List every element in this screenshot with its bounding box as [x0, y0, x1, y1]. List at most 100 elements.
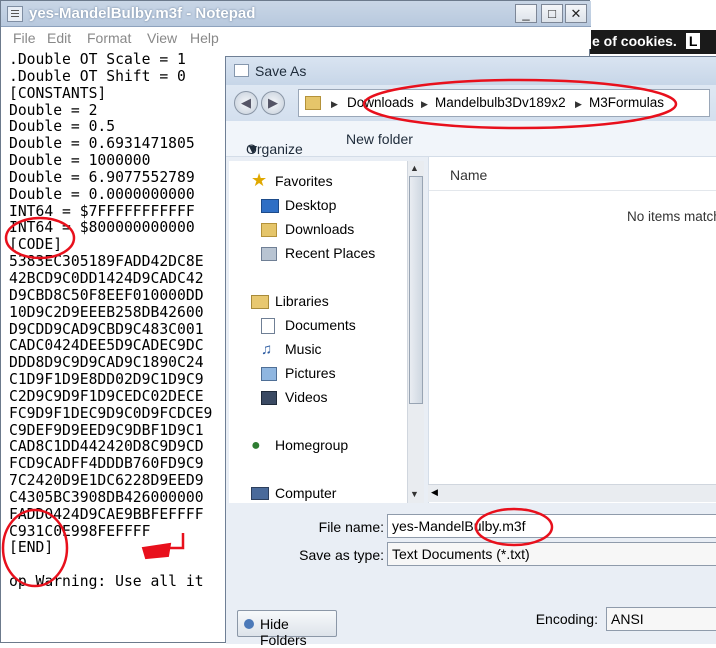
menu-view[interactable]: View	[147, 30, 177, 46]
menu-format[interactable]: Format	[87, 30, 131, 46]
nav-recent-places[interactable]: Recent Places	[229, 243, 403, 265]
save-as-type-label: Save as type:	[299, 547, 384, 563]
notepad-line: INT64 = $7FFFFFFFFFFF	[9, 202, 195, 220]
notepad-line: FADD0424D9CAE9BBFEFFFF	[9, 505, 204, 523]
horizontal-scrollbar[interactable]: ◀	[428, 484, 716, 502]
nav-label: Libraries	[275, 293, 329, 309]
notepad-line: CAD8C1DD442420D8C9D9CD	[9, 438, 204, 456]
save-as-type-select[interactable]: Text Documents (*.txt)	[387, 542, 716, 566]
breadcrumb-arrow-icon[interactable]: ▶	[421, 95, 428, 110]
nav-music[interactable]: ♫ Music	[229, 339, 403, 361]
maximize-button[interactable]: □	[541, 4, 563, 23]
menu-help[interactable]: Help	[190, 30, 219, 46]
pictures-icon	[261, 367, 277, 381]
notepad-line: D9CDD9CAD9CBD9C483C001	[9, 320, 204, 338]
notepad-line: FC9D9F1DEC9D9C0D9FCDCE9	[9, 404, 213, 422]
address-bar[interactable]: ▶ Downloads ▶ Mandelbulb3Dv189x2 ▶ M3For…	[298, 89, 710, 117]
notepad-title: yes-MandelBulby.m3f - Notepad	[29, 5, 256, 22]
notepad-line: [CONSTANTS]	[9, 84, 107, 102]
navigation-pane: ★ Favorites Desktop Downloads Recent Pla…	[229, 161, 407, 503]
scroll-up-icon[interactable]: ▲	[410, 163, 419, 173]
dialog-toolbar: Organize ▼ New folder	[226, 121, 716, 157]
breadcrumb-arrow-icon[interactable]: ▶	[575, 95, 582, 110]
notepad-line: Double = 1000000	[9, 152, 151, 170]
file-list[interactable]: Name No items match	[428, 157, 716, 503]
nav-label: Desktop	[285, 197, 337, 213]
file-name-input[interactable]: yes-MandelBulby.m3f	[387, 514, 716, 538]
nav-label: Recent Places	[285, 245, 376, 261]
hide-folders-button[interactable]: Hide Folders	[237, 610, 337, 648]
empty-message: No items match	[627, 209, 716, 224]
breadcrumb-arrow-icon[interactable]: ▶	[331, 95, 338, 110]
notepad-line: 42BCD9C0DD1424D9CADC42	[9, 269, 204, 287]
column-header-name[interactable]: Name	[429, 157, 716, 191]
nav-libraries[interactable]: Libraries	[229, 291, 403, 313]
close-button[interactable]: ✕	[565, 4, 587, 23]
nav-label: Pictures	[285, 365, 336, 381]
nav-label: Music	[285, 341, 322, 357]
nav-favorites[interactable]: ★ Favorites	[229, 170, 403, 193]
nav-label: Homegroup	[275, 437, 349, 453]
homegroup-icon: ●	[251, 437, 261, 454]
nav-computer[interactable]: Computer	[229, 483, 403, 505]
notepad-menu-bar: File Edit Format View Help	[1, 27, 591, 49]
nav-label: Videos	[285, 389, 328, 405]
libraries-icon	[251, 295, 269, 309]
breadcrumb-downloads[interactable]: Downloads	[347, 95, 414, 110]
notepad-line: C2D9C9D9F1D9CEDC02DECE	[9, 387, 204, 405]
breadcrumb-mandelbulb[interactable]: Mandelbulb3Dv189x2	[435, 95, 566, 110]
downloads-folder-icon	[261, 223, 277, 237]
scroll-down-icon[interactable]: ▼	[410, 489, 419, 499]
notepad-line: 7C2420D9E1DC6228D9EED9	[9, 472, 204, 490]
nav-label: Computer	[275, 485, 337, 501]
minimize-button[interactable]: _	[515, 4, 537, 23]
nav-desktop[interactable]: Desktop	[229, 195, 403, 217]
back-button[interactable]: ◀	[234, 91, 258, 115]
nav-documents[interactable]: Documents	[229, 315, 403, 337]
nav-downloads[interactable]: Downloads	[229, 219, 403, 241]
nav-pictures[interactable]: Pictures	[229, 363, 403, 385]
cookie-button[interactable]: L	[685, 33, 701, 49]
computer-icon	[251, 487, 269, 500]
videos-icon	[261, 391, 277, 405]
notepad-line: FCD9CADFF4DDDB760FD9C9	[9, 455, 204, 473]
notepad-line: [CODE]	[9, 236, 63, 254]
notepad-line: C1D9F1D9E8DD02D9C1D9C9	[9, 371, 204, 389]
notepad-line: CADC0424DEE5D9CADEC9DC	[9, 337, 204, 355]
notepad-line: [END]	[9, 539, 54, 557]
notepad-line: Double = 0.6931471805	[9, 135, 195, 153]
notepad-text-area[interactable]: .Double OT Scale = 1 .Double OT Shift = 0…	[9, 51, 213, 591]
breadcrumb-m3formulas[interactable]: M3Formulas	[589, 95, 664, 110]
cookie-text: e of cookies.	[592, 33, 677, 49]
notepad-line: C9DEF9D9EED9C9DBF1D9C1	[9, 421, 204, 439]
menu-file[interactable]: File	[13, 30, 36, 46]
nav-label: Favorites	[275, 173, 333, 189]
scroll-left-icon[interactable]: ◀	[431, 487, 438, 498]
encoding-label: Encoding:	[535, 611, 598, 627]
nav-scrollbar[interactable]: ▲ ▼	[407, 161, 424, 503]
new-folder-button[interactable]: New folder	[346, 131, 413, 147]
save-icon	[234, 64, 249, 77]
notepad-line: .Double OT Shift = 0	[9, 67, 186, 85]
column-header-label: Name	[450, 167, 488, 183]
hide-folders-label: Hide Folders	[260, 616, 307, 648]
notepad-title-bar[interactable]: yes-MandelBulby.m3f - Notepad _ □ ✕	[1, 1, 591, 27]
nav-homegroup[interactable]: ● Homegroup	[229, 435, 403, 457]
dialog-title: Save As	[255, 63, 307, 79]
menu-edit[interactable]: Edit	[47, 30, 71, 46]
file-name-label: File name:	[318, 519, 384, 535]
chevron-up-icon	[244, 619, 254, 629]
notepad-line: C4305BC3908DB426000000	[9, 488, 204, 506]
forward-button[interactable]: ▶	[261, 91, 285, 115]
dialog-title-bar[interactable]: Save As	[226, 57, 716, 85]
scrollbar-thumb[interactable]	[409, 176, 423, 404]
notepad-line: Double = 2	[9, 101, 98, 119]
notepad-line: .Double OT Scale = 1	[9, 51, 186, 68]
notepad-line: 10D9C2D9EEEB258DB42600	[9, 303, 204, 321]
notepad-line: INT64 = $800000000000	[9, 219, 195, 237]
nav-label: Downloads	[285, 221, 355, 237]
nav-videos[interactable]: Videos	[229, 387, 403, 409]
folder-icon	[305, 96, 321, 110]
star-icon: ★	[251, 170, 268, 190]
encoding-select[interactable]: ANSI	[606, 607, 716, 631]
